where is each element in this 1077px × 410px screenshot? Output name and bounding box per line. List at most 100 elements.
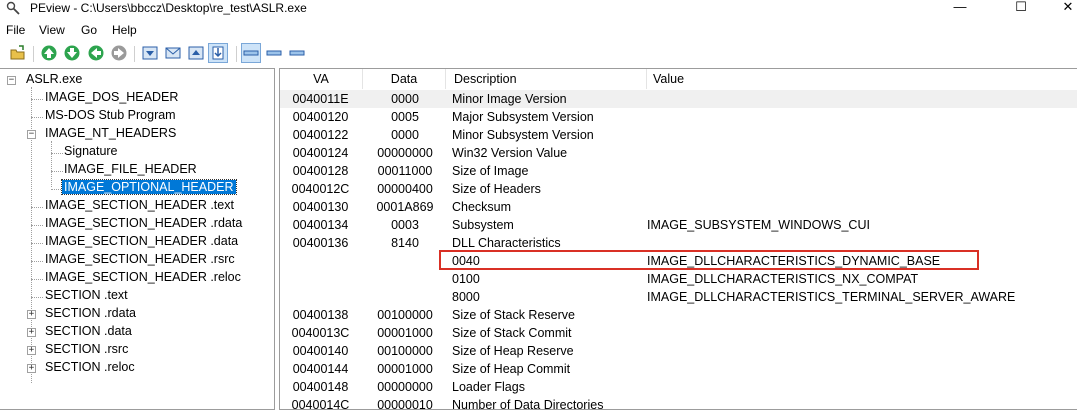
cell-va: 00400134 <box>292 218 349 232</box>
table-row[interactable]: 0040012C 00000400 Size of Headers <box>280 180 1077 198</box>
tree-item-section-reloc[interactable]: SECTION .reloc <box>43 359 137 377</box>
table-row[interactable]: 0040013C 00001000 Size of Stack Commit <box>280 324 1077 342</box>
view-bytes-icon[interactable] <box>241 43 261 63</box>
cell-description: Subsystem <box>452 218 514 232</box>
cell-va: 00400122 <box>292 128 349 142</box>
tree-item-section-header-reloc[interactable]: IMAGE_SECTION_HEADER .reloc <box>43 269 243 287</box>
cell-va: 00400130 <box>292 200 349 214</box>
cell-data: 00100000 <box>377 344 433 358</box>
tree-connector <box>31 207 43 208</box>
toolbar-separator <box>33 46 34 62</box>
tree-item-section-header-rsrc[interactable]: IMAGE_SECTION_HEADER .rsrc <box>43 251 237 269</box>
cell-description: Minor Image Version <box>452 92 567 106</box>
data-table[interactable]: VA Data Description Value 0040011E 0000 Mi… <box>279 68 1077 410</box>
view-dwords-icon[interactable] <box>288 44 306 62</box>
table-row[interactable]: 00400140 00100000 Size of Heap Reserve <box>280 342 1077 360</box>
table-row[interactable]: 00400120 0005 Major Subsystem Version <box>280 108 1077 126</box>
collapse-icon[interactable]: − <box>27 130 36 139</box>
tree-item-section-rsrc[interactable]: SECTION .rsrc <box>43 341 130 359</box>
table-row[interactable]: 00400130 0001A869 Checksum <box>280 198 1077 216</box>
tree-item-dos-stub[interactable]: MS-DOS Stub Program <box>43 107 178 125</box>
table-row[interactable]: 00400136 8140 DLL Characteristics <box>280 234 1077 252</box>
tree-item-section-data[interactable]: SECTION .data <box>43 323 134 341</box>
tree-item-section-header-rdata[interactable]: IMAGE_SECTION_HEADER .rdata <box>43 215 244 233</box>
table-row[interactable]: 0040014C 00000010 Number of Data Directori… <box>280 396 1077 409</box>
go-back-icon[interactable] <box>87 44 105 62</box>
tree-item-dos-header[interactable]: IMAGE_DOS_HEADER <box>43 89 180 107</box>
tree-connector <box>31 279 43 280</box>
go-up-icon[interactable] <box>40 44 58 62</box>
tree-connector <box>31 225 43 226</box>
cell-description: Size of Headers <box>452 182 541 196</box>
cell-description: 8000 <box>452 290 480 304</box>
tree-item-root[interactable]: ASLR.exe <box>24 71 84 89</box>
cell-va: 00400128 <box>292 164 349 178</box>
table-row[interactable]: 00400124 00000000 Win32 Version Value <box>280 144 1077 162</box>
close-button[interactable]: ✕ <box>1045 0 1077 18</box>
menu-file[interactable]: File <box>6 23 25 37</box>
go-down-icon[interactable] <box>63 44 81 62</box>
tree-item-file-header[interactable]: IMAGE_FILE_HEADER <box>62 161 199 179</box>
cell-description: Minor Subsystem Version <box>452 128 594 142</box>
tree-item-section-header-data[interactable]: IMAGE_SECTION_HEADER .data <box>43 233 240 251</box>
peview-app-icon <box>6 1 20 15</box>
expand-icon[interactable]: + <box>27 328 36 337</box>
table-row[interactable]: 00400122 0000 Minor Subsystem Version <box>280 126 1077 144</box>
cell-description: Size of Heap Commit <box>452 362 571 376</box>
tree-item-section-text[interactable]: SECTION .text <box>43 287 130 305</box>
cell-data: 0003 <box>391 218 419 232</box>
menu-help[interactable]: Help <box>112 23 137 37</box>
table-row[interactable]: 00400128 00011000 Size of Image <box>280 162 1077 180</box>
column-header-description[interactable]: Description <box>446 69 647 89</box>
save-down-icon[interactable] <box>141 44 159 62</box>
mail-icon[interactable] <box>164 44 182 62</box>
cell-description: Loader Flags <box>452 380 525 394</box>
cell-va: 00400124 <box>292 146 349 160</box>
table-row[interactable]: 0040011E 0000 Minor Image Version <box>280 90 1077 108</box>
table-row[interactable]: 0100 IMAGE_DLLCHARACTERISTICS_NX_COMPAT <box>280 270 1077 288</box>
go-forward-icon[interactable] <box>110 44 128 62</box>
table-row[interactable]: 8000 IMAGE_DLLCHARACTERISTICS_TERMINAL_SE… <box>280 288 1077 306</box>
collapse-icon[interactable]: − <box>7 76 16 85</box>
tree-connector <box>31 99 43 100</box>
export-icon[interactable] <box>187 44 205 62</box>
table-row[interactable]: 00400134 0003 Subsystem IMAGE_SUBSYSTEM_WIN… <box>280 216 1077 234</box>
table-row[interactable]: 00400144 00001000 Size of Heap Commit <box>280 360 1077 378</box>
column-header-value[interactable]: Value <box>647 69 1077 89</box>
maximize-button[interactable]: ☐ <box>998 0 1044 18</box>
expand-icon[interactable]: + <box>27 364 36 373</box>
tree-item-signature[interactable]: Signature <box>62 143 120 161</box>
table-row[interactable]: 0040 IMAGE_DLLCHARACTERISTICS_DYNAMIC_BAS… <box>280 252 1077 270</box>
cell-va: 00400120 <box>292 110 349 124</box>
tree-connector <box>31 117 43 118</box>
cell-data: 0001A869 <box>376 200 434 214</box>
menu-view[interactable]: View <box>39 23 65 37</box>
column-header-data[interactable]: Data <box>363 69 446 89</box>
cell-data: 00000400 <box>377 182 433 196</box>
table-row[interactable]: 00400148 00000000 Loader Flags <box>280 378 1077 396</box>
tree-item-nt-headers[interactable]: IMAGE_NT_HEADERS <box>43 125 178 143</box>
import-icon[interactable] <box>208 43 228 63</box>
cell-data: 00000000 <box>377 380 433 394</box>
cell-description: Size of Stack Commit <box>452 326 572 340</box>
tree-pane[interactable]: − ASLR.exe IMAGE_DOS_HEADER MS-DOS Stub … <box>0 68 275 410</box>
tree-item-section-header-text[interactable]: IMAGE_SECTION_HEADER .text <box>43 197 236 215</box>
tree-item-section-rdata[interactable]: SECTION .rdata <box>43 305 138 323</box>
cell-description: 0100 <box>452 272 480 286</box>
cell-description: Size of Stack Reserve <box>452 308 575 322</box>
menu-go[interactable]: Go <box>81 23 97 37</box>
minimize-button[interactable]: — <box>937 0 983 18</box>
cell-description: Major Subsystem Version <box>452 110 594 124</box>
tree-connector <box>31 297 43 298</box>
cell-data: 00011000 <box>377 164 433 178</box>
cell-va: 0040012C <box>291 182 350 196</box>
expand-icon[interactable]: + <box>27 346 36 355</box>
open-folder-icon[interactable] <box>9 44 27 62</box>
cell-data: 8140 <box>391 236 419 250</box>
expand-icon[interactable]: + <box>27 310 36 319</box>
table-row[interactable]: 00400138 00100000 Size of Stack Reserve <box>280 306 1077 324</box>
column-header-va[interactable]: VA <box>280 69 363 89</box>
view-words-icon[interactable] <box>265 44 283 62</box>
cell-data: 00001000 <box>377 326 433 340</box>
tree-item-optional-header[interactable]: IMAGE_OPTIONAL_HEADER <box>61 179 237 197</box>
